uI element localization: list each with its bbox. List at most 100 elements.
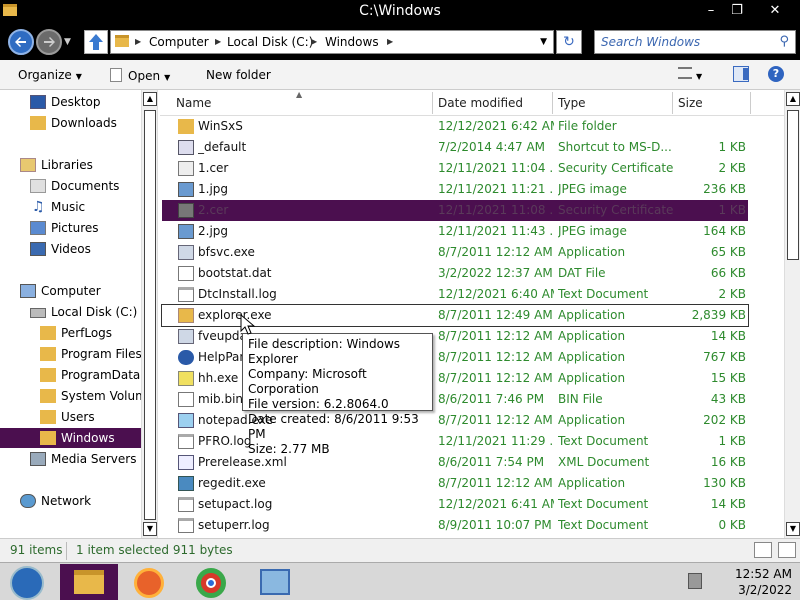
nav-item-network[interactable]: Network: [0, 491, 141, 511]
column-divider[interactable]: [552, 92, 553, 114]
text-icon: [178, 287, 194, 302]
maximize-button[interactable]: ❐: [726, 2, 748, 20]
taskbar-firefox[interactable]: [124, 564, 176, 600]
nav-scrollbar[interactable]: ▲ ▼: [141, 90, 157, 538]
file-size: 1 KB: [718, 434, 746, 448]
nav-item-label: Videos: [51, 242, 91, 256]
file-row[interactable]: DtcInstall.log 12/12/2021 6:40 AM Text D…: [162, 284, 748, 305]
forward-button[interactable]: [36, 29, 62, 55]
back-button[interactable]: [8, 29, 34, 55]
scroll-down-icon[interactable]: ▼: [143, 522, 157, 536]
column-header-type[interactable]: Type: [558, 96, 586, 110]
column-divider[interactable]: [432, 92, 433, 114]
file-row[interactable]: 1.cer 12/11/2021 11:04 ... Security Cert…: [162, 158, 748, 179]
file-row[interactable]: 1.jpg 12/11/2021 11:21 ... JPEG image 23…: [162, 179, 748, 200]
nav-item-downloads[interactable]: Downloads: [0, 113, 141, 133]
pictures-icon: [30, 221, 46, 235]
file-icon: [178, 392, 194, 407]
file-date: 12/12/2021 6:42 AM: [438, 119, 554, 133]
start-button[interactable]: [2, 564, 54, 600]
breadcrumb-local-disk[interactable]: Local Disk (C:): [227, 35, 313, 49]
file-row[interactable]: setupact.log 12/12/2021 6:41 AM Text Doc…: [162, 494, 748, 515]
clock[interactable]: 12:52 AM 3/2/2022: [702, 566, 792, 598]
column-divider[interactable]: [750, 92, 751, 114]
nav-item-music[interactable]: ♫ Music: [0, 197, 141, 217]
notepad-icon: [178, 413, 194, 428]
nav-item-media-servers[interactable]: Media Servers: [0, 449, 141, 469]
file-row[interactable]: _default 7/2/2014 4:47 AM Shortcut to MS…: [162, 137, 748, 158]
status-divider: [66, 542, 67, 560]
nav-item-perflogs[interactable]: PerfLogs: [0, 323, 141, 343]
taskbar-explorer[interactable]: [60, 564, 118, 600]
address-history-dropdown[interactable]: ▼: [540, 37, 547, 47]
taskbar-chrome[interactable]: [186, 564, 238, 600]
search-icon[interactable]: ⚲: [779, 34, 789, 49]
large-icons-view-button[interactable]: [778, 542, 796, 558]
file-row[interactable]: regedit.exe 8/7/2011 12:12 AM Applicatio…: [162, 473, 748, 494]
file-row[interactable]: setuperr.log 8/9/2011 10:07 PM Text Docu…: [162, 515, 748, 536]
nav-item-users[interactable]: Users: [0, 407, 141, 427]
tooltip-company: Company: Microsoft Corporation: [248, 367, 367, 396]
taskbar-control-panel[interactable]: [248, 564, 300, 600]
details-view-button[interactable]: [754, 542, 772, 558]
file-row[interactable]: WinSxS 12/12/2021 6:42 AM File folder: [162, 116, 748, 137]
notification-area-icon[interactable]: [688, 573, 702, 589]
recent-pages-dropdown[interactable]: ▼: [64, 37, 71, 47]
breadcrumb-separator-icon[interactable]: ▶: [387, 37, 393, 46]
nav-item-documents[interactable]: Documents: [0, 176, 141, 196]
file-list-scroll-thumb[interactable]: [787, 110, 799, 260]
file-type: BIN File: [558, 392, 603, 406]
close-button[interactable]: ✕: [764, 2, 786, 20]
refresh-button[interactable]: ↻: [556, 30, 582, 54]
organize-button[interactable]: Organize ▼: [18, 68, 82, 82]
scroll-down-icon[interactable]: ▼: [786, 522, 800, 536]
new-folder-button[interactable]: New folder: [206, 68, 271, 82]
nav-item-program-files[interactable]: Program Files: [0, 344, 141, 364]
breadcrumb-separator-icon[interactable]: ▶: [215, 37, 221, 46]
nav-item-windows[interactable]: Windows: [0, 428, 141, 448]
breadcrumb-computer[interactable]: Computer: [149, 35, 209, 49]
column-header-name[interactable]: Name: [176, 96, 211, 110]
nav-item-libraries[interactable]: Libraries: [0, 155, 141, 175]
column-header-date[interactable]: Date modified: [438, 96, 523, 110]
change-view-button[interactable]: ▼: [678, 67, 702, 82]
navigation-pane: Desktop Downloads Libraries Documents ♫ …: [0, 90, 158, 538]
search-box[interactable]: ⚲: [594, 30, 796, 54]
nav-item-programdata[interactable]: ProgramData: [0, 365, 141, 385]
tooltip-version: File version: 6.2.8064.0: [248, 397, 389, 411]
file-list-scrollbar[interactable]: ▲ ▼: [784, 90, 800, 538]
nav-item-computer[interactable]: Computer: [0, 281, 141, 301]
search-input[interactable]: [601, 34, 771, 50]
file-name: setuperr.log: [198, 518, 270, 532]
nav-item-videos[interactable]: Videos: [0, 239, 141, 259]
title-bar[interactable]: C:\Windows – ❐ ✕: [0, 0, 800, 24]
nav-item-pictures[interactable]: Pictures: [0, 218, 141, 238]
file-date: 8/9/2011 10:07 PM: [438, 518, 552, 532]
file-type: Security Certificate: [558, 161, 674, 175]
nav-item-local-disk[interactable]: Local Disk (C:): [0, 302, 141, 322]
scroll-up-icon[interactable]: ▲: [786, 92, 800, 106]
open-label: Open: [128, 69, 161, 83]
open-button[interactable]: Open ▼: [110, 68, 170, 83]
arrow-right-icon: [44, 37, 55, 47]
address-bar[interactable]: ▶ Computer ▶ Local Disk (C:) ▶ Windows ▶…: [110, 30, 554, 54]
file-row[interactable]: bootstat.dat 3/2/2022 12:37 AM DAT File …: [162, 263, 748, 284]
column-divider[interactable]: [672, 92, 673, 114]
nav-scroll-thumb[interactable]: [144, 110, 156, 520]
up-button[interactable]: [84, 30, 108, 54]
preview-pane-button[interactable]: [733, 66, 749, 82]
file-name: bootstat.dat: [198, 266, 272, 280]
nav-item-label: Program Files: [61, 347, 141, 361]
minimize-button[interactable]: –: [700, 2, 722, 20]
breadcrumb-separator-icon[interactable]: ▶: [311, 37, 317, 46]
file-row[interactable]: 2.jpg 12/11/2021 11:43 ... JPEG image 16…: [162, 221, 748, 242]
breadcrumb-windows[interactable]: Windows: [325, 35, 379, 49]
file-row[interactable]: bfsvc.exe 8/7/2011 12:12 AM Application …: [162, 242, 748, 263]
file-type: Application: [558, 413, 626, 427]
nav-item-system-volume[interactable]: System Volume: [0, 386, 141, 406]
nav-item-desktop[interactable]: Desktop: [0, 92, 141, 112]
file-row-selected[interactable]: 2.cer 12/11/2021 11:08 ... Security Cert…: [162, 200, 748, 221]
scroll-up-icon[interactable]: ▲: [143, 92, 157, 106]
column-header-size[interactable]: Size: [678, 96, 703, 110]
help-button[interactable]: ?: [768, 66, 784, 82]
